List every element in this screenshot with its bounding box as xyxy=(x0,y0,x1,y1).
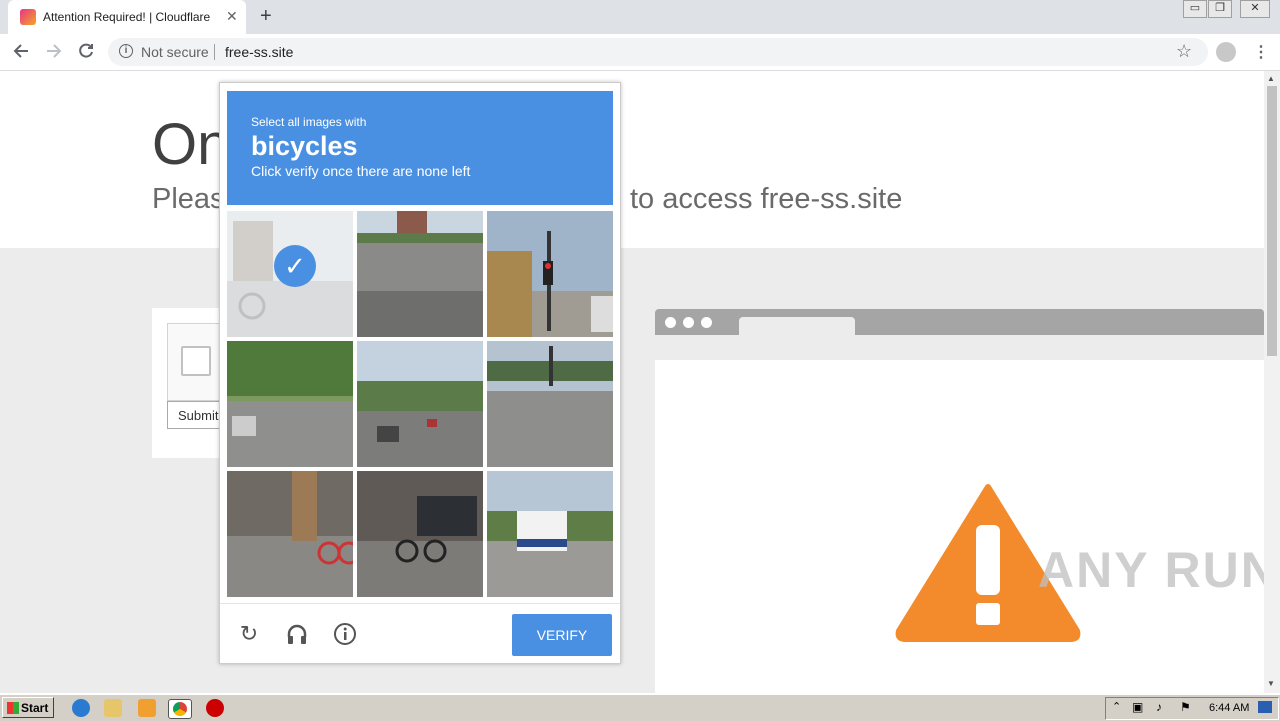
captcha-tile-9[interactable] xyxy=(487,471,613,597)
browser-menu-icon[interactable]: ⋮ xyxy=(1253,42,1269,62)
captcha-challenge: Select all images with bicycles Click ve… xyxy=(219,82,621,664)
forward-arrow-icon xyxy=(47,44,62,58)
internet-explorer-icon[interactable] xyxy=(72,699,90,717)
back-button[interactable] xyxy=(12,42,30,65)
system-tray: ⌃ ▣ ♪ ⚑ 6:44 AM xyxy=(1105,697,1279,720)
scroll-up-icon[interactable]: ▲ xyxy=(1267,74,1275,83)
captcha-tile-5[interactable] xyxy=(357,341,483,467)
challenge-note: Click verify once there are none left xyxy=(251,163,471,179)
taskbar: Start ⌃ ▣ ♪ ⚑ 6:44 AM xyxy=(0,694,1280,721)
captcha-tile-6[interactable] xyxy=(487,341,613,467)
start-label: Start xyxy=(21,701,49,715)
omnibox-separator xyxy=(214,44,215,60)
flag-icon[interactable]: ⚑ xyxy=(1180,700,1191,714)
page-scrollbar[interactable]: ▲ ▼ xyxy=(1264,71,1280,693)
window-close-button[interactable]: ✕ xyxy=(1240,0,1270,18)
clock[interactable]: 6:44 AM xyxy=(1209,702,1249,714)
back-arrow-icon xyxy=(13,44,28,58)
challenge-footer: ↻ VERIFY xyxy=(220,603,620,664)
url-text[interactable]: free-ss.site xyxy=(225,44,293,60)
new-tab-button[interactable]: + xyxy=(260,5,272,28)
captcha-tile-8[interactable] xyxy=(357,471,483,597)
bookmark-star-icon[interactable]: ☆ xyxy=(1176,41,1192,62)
not-secure-label[interactable]: Not secure xyxy=(141,44,209,60)
audio-icon[interactable] xyxy=(285,622,309,646)
captcha-tile-3[interactable] xyxy=(487,211,613,337)
site-info-icon[interactable]: i xyxy=(119,44,133,58)
show-desktop-icon[interactable] xyxy=(1258,701,1272,713)
captcha-checkbox[interactable] xyxy=(181,346,211,376)
cloudflare-favicon-icon xyxy=(20,9,36,25)
tray-expand-icon[interactable]: ⌃ xyxy=(1112,700,1121,713)
challenge-instruction: Select all images with xyxy=(251,115,367,129)
selected-overlay: ✓ xyxy=(227,211,353,337)
selected-check-icon: ✓ xyxy=(274,245,316,287)
minimize-button[interactable]: ▭ xyxy=(1183,0,1207,18)
page-subline-right: to access free-ss.site xyxy=(630,183,903,215)
forward-button[interactable] xyxy=(45,42,63,65)
reload-icon[interactable]: ↻ xyxy=(237,622,261,646)
tab-close-icon[interactable]: ✕ xyxy=(226,8,238,25)
browser-toolbar: i Not secure free-ss.site ☆ xyxy=(0,34,1280,71)
restore-button[interactable]: ❐ xyxy=(1208,0,1232,18)
challenge-header: Select all images with bicycles Click ve… xyxy=(227,91,613,205)
chrome-icon[interactable] xyxy=(168,699,192,719)
captcha-tile-7[interactable] xyxy=(227,471,353,597)
browser-tab[interactable]: Attention Required! | Cloudflare ✕ xyxy=(8,0,246,34)
info-icon[interactable] xyxy=(333,622,357,646)
network-icon[interactable]: ▣ xyxy=(1132,700,1143,714)
page-headline: On xyxy=(152,112,230,177)
start-button[interactable]: Start xyxy=(2,697,54,718)
captcha-tile-4[interactable] xyxy=(227,341,353,467)
tab-title: Attention Required! | Cloudflare xyxy=(43,10,211,24)
reload-button[interactable] xyxy=(77,42,95,65)
mock-dot xyxy=(701,317,712,328)
page-content: On Pleas to access free-ss.site Submit xyxy=(0,71,1264,693)
mock-tab xyxy=(739,317,855,335)
volume-icon[interactable]: ♪ xyxy=(1156,700,1162,714)
tab-strip: Attention Required! | Cloudflare ✕ + ▭ ❐… xyxy=(0,0,1280,34)
verify-button[interactable]: VERIFY xyxy=(512,614,612,656)
file-explorer-icon[interactable] xyxy=(104,699,122,717)
address-bar[interactable]: i Not secure free-ss.site ☆ xyxy=(108,38,1208,66)
anyrun-watermark: ANY RUN xyxy=(1038,542,1279,598)
mock-dot xyxy=(665,317,676,328)
page-subline-left: Pleas xyxy=(152,183,225,215)
challenge-keyword: bicycles xyxy=(251,131,358,161)
opera-icon[interactable] xyxy=(206,699,224,717)
mock-dot xyxy=(683,317,694,328)
captcha-tile-2[interactable] xyxy=(357,211,483,337)
windows-logo-icon xyxy=(7,702,19,714)
media-player-icon[interactable] xyxy=(138,699,156,717)
browser-illustration xyxy=(655,309,1264,693)
scroll-down-icon[interactable]: ▼ xyxy=(1267,679,1275,688)
profile-avatar-icon[interactable] xyxy=(1216,42,1236,62)
mock-browser-bar xyxy=(655,309,1264,335)
mock-browser-body xyxy=(655,360,1264,693)
scroll-thumb[interactable] xyxy=(1267,86,1277,356)
reload-icon xyxy=(79,43,93,58)
